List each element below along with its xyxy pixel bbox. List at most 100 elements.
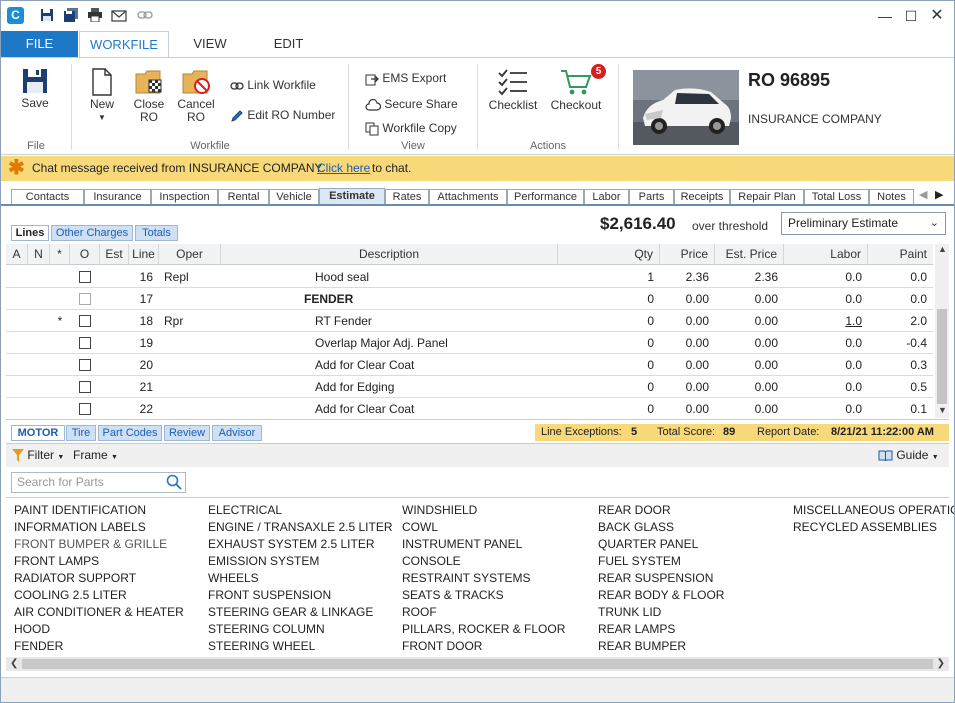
tab-scroll-right-icon[interactable]: ▶ [935,188,943,201]
close-ro-button[interactable]: Close RO [129,68,169,124]
tab-edit[interactable]: EDIT [251,31,326,57]
grid-vertical-scrollbar[interactable]: ▲ ▼ [935,244,949,418]
parts-category-item[interactable]: FENDER [14,638,63,655]
parts-category-item[interactable]: FRONT SUSPENSION [208,587,331,604]
tab-other-charges[interactable]: Other Charges [51,225,133,241]
new-button[interactable]: New ▼ [81,68,123,124]
parts-category-item[interactable]: TRUNK LID [598,604,661,621]
parts-category-item[interactable]: PILLARS, ROCKER & FLOOR [402,621,565,638]
print-icon[interactable] [87,8,103,24]
parts-category-item[interactable]: ROOF [402,604,437,621]
parts-category-item[interactable]: INSTRUMENT PANEL [402,536,522,553]
col-star[interactable]: * [50,244,70,265]
tab-notes[interactable]: Notes [869,189,914,205]
col-price[interactable]: Price [660,244,715,265]
parts-category-item[interactable]: FRONT BUMPER & GRILLE [14,536,167,553]
parts-category-item[interactable]: CONSOLE [402,553,461,570]
minimize-icon[interactable]: — [872,7,898,25]
scroll-down-icon[interactable]: ▼ [938,405,947,415]
tab-motor[interactable]: MOTOR [11,425,65,441]
tab-totals[interactable]: Totals [135,225,178,241]
col-a[interactable]: A [6,244,28,265]
col-description[interactable]: Description [221,244,558,265]
tab-rental[interactable]: Rental [218,189,269,205]
tab-tire[interactable]: Tire [66,425,96,441]
table-row[interactable]: 16 Repl Hood seal 1 2.36 2.36 0.0 0.0 [6,266,933,288]
cancel-ro-button[interactable]: Cancel RO [175,68,217,124]
scroll-thumb[interactable] [937,309,947,404]
row-checkbox[interactable] [79,293,91,305]
parts-category-item[interactable]: ENGINE / TRANSAXLE 2.5 LITER [208,519,393,536]
chat-link[interactable]: Click here [317,156,370,181]
tab-file[interactable]: FILE [1,31,78,57]
parts-category-item[interactable]: RESTRAINT SYSTEMS [402,570,530,587]
parts-category-item[interactable]: COOLING 2.5 LITER [14,587,127,604]
tab-parts[interactable]: Parts [629,189,674,205]
col-est-price[interactable]: Est. Price [715,244,784,265]
vehicle-photo[interactable] [633,70,739,145]
save-all-icon[interactable] [63,8,79,24]
tab-performance[interactable]: Performance [507,189,584,205]
tab-lines[interactable]: Lines [11,225,49,241]
row-checkbox[interactable] [79,403,91,415]
row-checkbox[interactable] [79,359,91,371]
tab-advisor[interactable]: Advisor [212,425,262,441]
guide-button[interactable]: Guide ▼ [878,448,939,462]
col-labor[interactable]: Labor [784,244,868,265]
parts-category-item[interactable]: FRONT DOOR [402,638,482,655]
tab-receipts[interactable]: Receipts [674,189,730,205]
col-o[interactable]: O [70,244,100,265]
workfile-copy-button[interactable]: Workfile Copy [365,118,457,138]
tab-rates[interactable]: Rates [385,189,429,205]
parts-category-item[interactable]: INFORMATION LABELS [14,519,146,536]
parts-category-item[interactable]: REAR DOOR [598,502,671,519]
tab-estimate[interactable]: Estimate [319,188,385,205]
maximize-icon[interactable]: ☐ [898,7,924,25]
link-icon[interactable] [137,8,153,24]
parts-category-item[interactable]: HOOD [14,621,50,638]
table-row[interactable]: 22 Add for Clear Coat 0 0.00 0.00 0.0 0.1 [6,398,933,420]
parts-category-item[interactable]: ELECTRICAL [208,502,282,519]
parts-horizontal-scrollbar[interactable]: ❮ ❯ [6,657,949,671]
tab-workfile[interactable]: WORKFILE [79,31,169,58]
parts-category-item[interactable]: AIR CONDITIONER & HEATER [14,604,184,621]
tab-contacts[interactable]: Contacts [11,189,84,205]
tab-review[interactable]: Review [164,425,210,441]
tab-view[interactable]: VIEW [169,31,251,57]
parts-category-item[interactable]: SEATS & TRACKS [402,587,504,604]
parts-category-item[interactable]: PAINT IDENTIFICATION [14,502,146,519]
estimate-type-select[interactable]: Preliminary Estimate ⌄ [781,212,946,235]
table-row[interactable]: * 18 Rpr RT Fender 0 0.00 0.00 1.0 2.0 [6,310,933,332]
tab-labor[interactable]: Labor [584,189,629,205]
row-checkbox[interactable] [79,315,91,327]
table-row[interactable]: 21 Add for Edging 0 0.00 0.00 0.0 0.5 [6,376,933,398]
tab-repair-plan[interactable]: Repair Plan [730,189,804,205]
parts-category-item[interactable]: BACK GLASS [598,519,674,536]
tab-attachments[interactable]: Attachments [429,189,507,205]
save-icon[interactable] [39,8,55,24]
parts-category-item[interactable]: EXHAUST SYSTEM 2.5 LITER [208,536,375,553]
parts-category-item[interactable]: STEERING GEAR & LINKAGE [208,604,373,621]
tab-total-loss[interactable]: Total Loss [804,189,869,205]
col-qty[interactable]: Qty [558,244,660,265]
parts-category-item[interactable]: RECYCLED ASSEMBLIES [793,519,937,536]
parts-search-input[interactable]: Search for Parts [11,472,186,493]
parts-category-item[interactable]: FUEL SYSTEM [598,553,681,570]
tab-inspection[interactable]: Inspection [151,189,218,205]
tab-vehicle[interactable]: Vehicle [269,189,319,205]
link-workfile-button[interactable]: Link Workfile [230,75,316,95]
parts-category-item[interactable]: RADIATOR SUPPORT [14,570,136,587]
col-oper[interactable]: Oper [159,244,221,265]
search-icon[interactable] [166,474,182,493]
parts-category-item[interactable]: STEERING WHEEL [208,638,315,655]
parts-category-item[interactable]: REAR BUMPER [598,638,686,655]
row-checkbox[interactable] [79,381,91,393]
parts-category-item[interactable]: REAR SUSPENSION [598,570,713,587]
col-est[interactable]: Est [100,244,129,265]
parts-category-item[interactable]: WINDSHIELD [402,502,477,519]
checklist-button[interactable]: Checklist [487,68,539,112]
email-icon[interactable] [111,8,127,24]
ems-export-button[interactable]: EMS Export [365,68,446,88]
scroll-up-icon[interactable]: ▲ [938,244,947,254]
tab-scroll-left-icon[interactable]: ◀ [919,188,927,201]
